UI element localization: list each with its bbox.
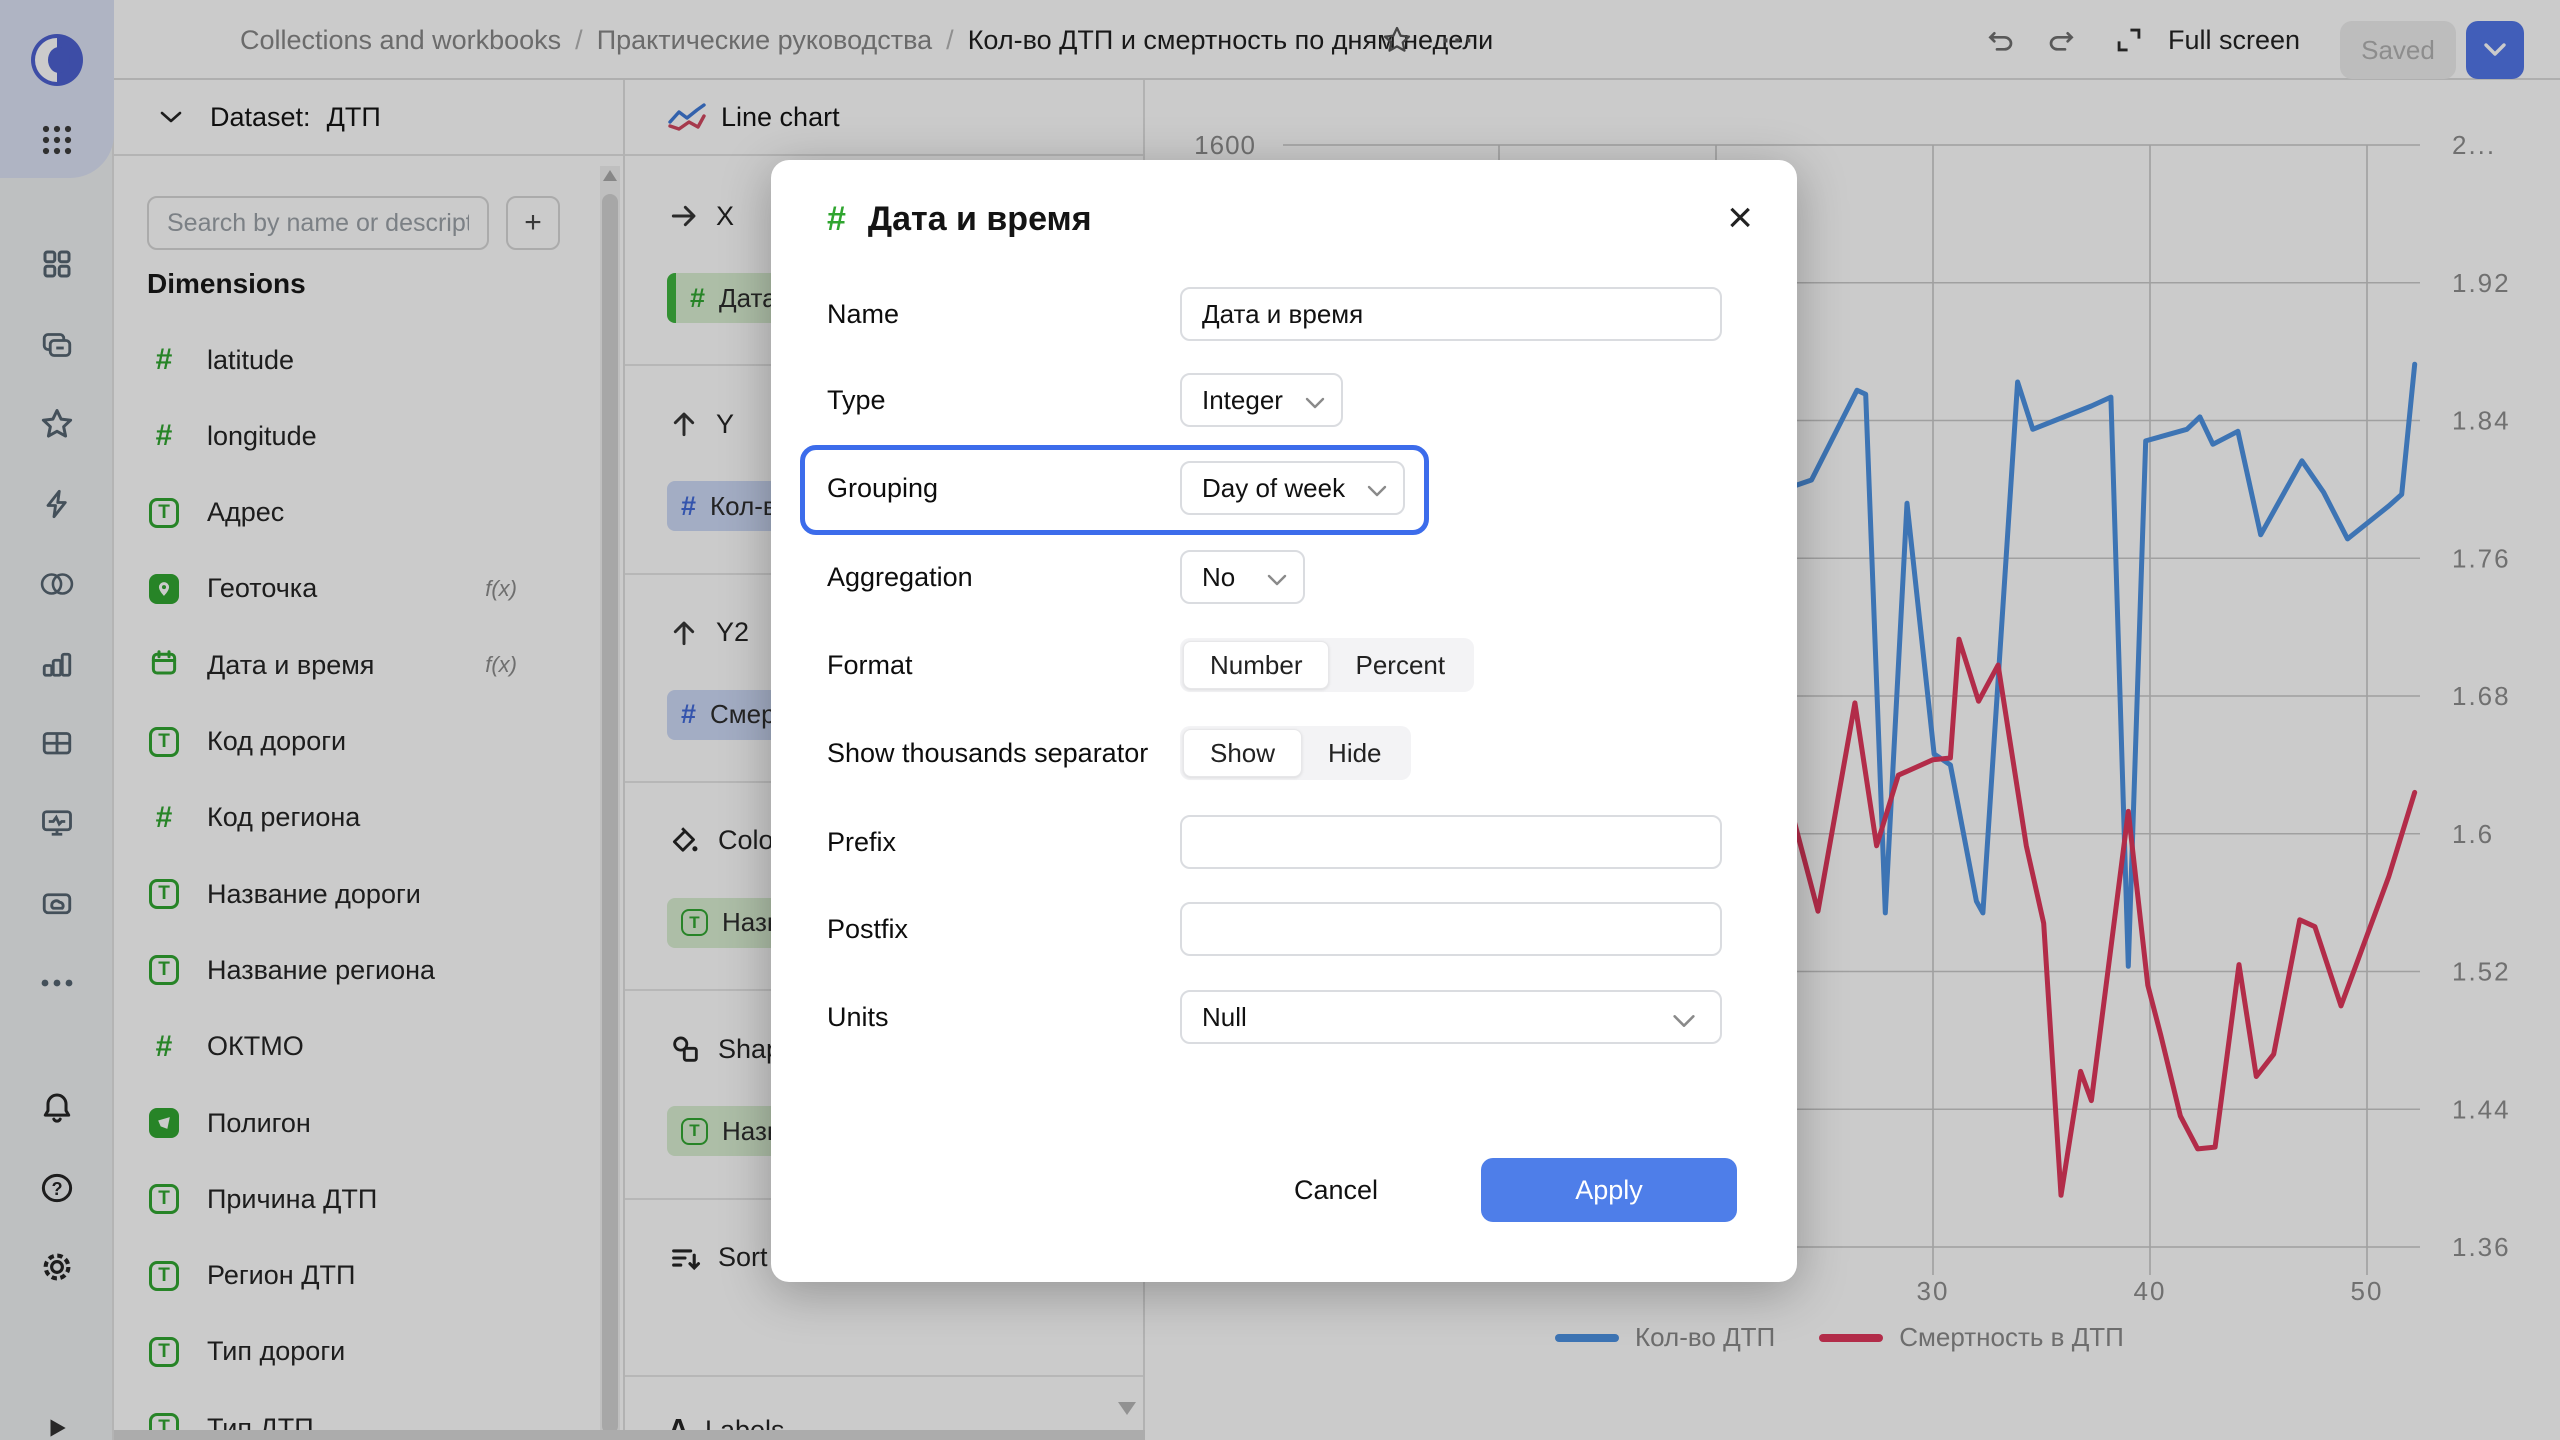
close-icon[interactable]: × bbox=[1727, 196, 1753, 240]
field-type-hash-icon: # bbox=[827, 200, 846, 238]
chevron-down-icon bbox=[1673, 1015, 1695, 1027]
aggregation-label: Aggregation bbox=[827, 561, 973, 592]
format-label: Format bbox=[827, 649, 913, 680]
dialog-title: Дата и время bbox=[867, 200, 1092, 238]
units-label: Units bbox=[827, 1001, 889, 1032]
chevron-down-icon bbox=[1367, 485, 1387, 497]
prefix-label: Prefix bbox=[827, 826, 897, 857]
apply-button[interactable]: Apply bbox=[1481, 1158, 1737, 1222]
cancel-button[interactable]: Cancel bbox=[1271, 1158, 1401, 1222]
grouping-select[interactable]: Day of week bbox=[1180, 461, 1405, 515]
chevron-down-icon bbox=[1267, 574, 1287, 586]
thousands-separator-label: Show thousands separator bbox=[827, 737, 1149, 768]
app-window: Collections and workbooks / Практические… bbox=[0, 0, 2560, 1440]
chevron-down-icon bbox=[1305, 397, 1325, 409]
format-toggle: Number Percent bbox=[1180, 638, 1475, 692]
grouping-label: Grouping bbox=[827, 472, 939, 503]
prefix-input[interactable] bbox=[1180, 815, 1722, 869]
field-settings-dialog: # Дата и время × Name Type Integer Group… bbox=[771, 160, 1797, 1282]
postfix-label: Postfix bbox=[827, 913, 909, 944]
type-label: Type bbox=[827, 384, 886, 415]
separator-hide-option[interactable]: Hide bbox=[1302, 729, 1407, 777]
name-label: Name bbox=[827, 298, 900, 329]
separator-show-option[interactable]: Show bbox=[1183, 729, 1303, 777]
format-percent-option[interactable]: Percent bbox=[1329, 641, 1471, 689]
type-select[interactable]: Integer bbox=[1180, 373, 1343, 427]
separator-toggle: Show Hide bbox=[1180, 726, 1411, 780]
postfix-input[interactable] bbox=[1180, 902, 1722, 956]
aggregation-select[interactable]: No bbox=[1180, 550, 1305, 604]
units-select[interactable]: Null bbox=[1180, 990, 1722, 1044]
format-number-option[interactable]: Number bbox=[1183, 641, 1330, 689]
name-input[interactable] bbox=[1180, 287, 1722, 341]
